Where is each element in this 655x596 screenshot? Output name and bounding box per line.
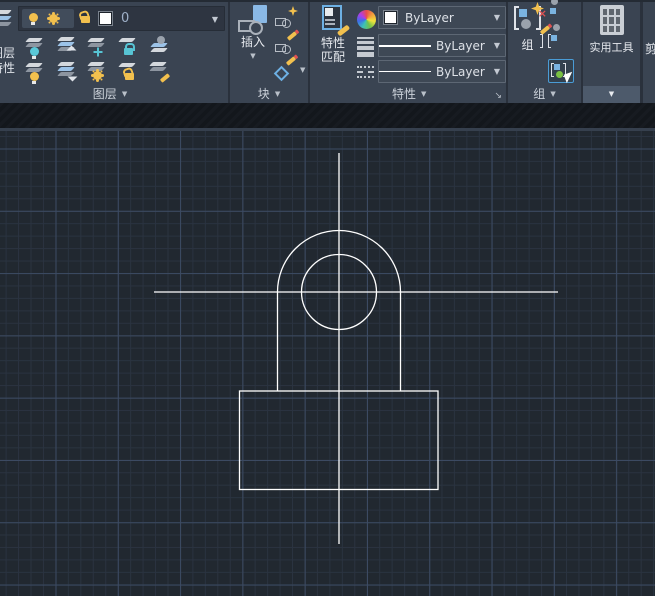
panel-separator [308, 2, 310, 103]
layer-panel-title[interactable]: 图层 ▼ [16, 86, 228, 103]
arrow-sw-icon [67, 46, 77, 56]
group-panel-title[interactable]: 组 ▼ [508, 86, 581, 103]
insert-caret-icon: ▼ [250, 53, 255, 60]
lock-open-icon [125, 73, 134, 80]
canvas-top-edge [0, 128, 655, 131]
match-properties-icon [320, 5, 347, 32]
panel-separator [228, 2, 230, 103]
color-wheel-icon [357, 10, 376, 29]
block-panel: 插入 ▼ ▼ 块 ▼ [230, 2, 308, 103]
clipboard-panel-partial[interactable]: 剪 [643, 2, 655, 103]
layer-freeze-button[interactable] [84, 35, 110, 58]
snowflake-icon [93, 47, 102, 56]
layer-panel: 0 ▼ [16, 2, 228, 103]
layer-unlock-button[interactable] [115, 60, 141, 83]
layer-lock-icon[interactable] [81, 16, 90, 23]
lineweight-sample [379, 45, 431, 47]
group-edit-button[interactable] [548, 33, 572, 55]
cross-icon: × [538, 8, 547, 19]
layer-make-current-button[interactable] [146, 35, 172, 58]
linetype-sample [379, 71, 431, 72]
layer-on-off-icon[interactable] [29, 13, 38, 22]
group-panel: 组 × 组 ▼ [508, 2, 581, 103]
attributes-caret-icon[interactable]: ▼ [300, 67, 305, 74]
layer-panel-caret-icon: ▼ [122, 91, 127, 98]
object-color-combo[interactable]: ByLayer ▼ [378, 6, 506, 29]
layer-properties-button[interactable]: 图层 特性 [0, 2, 16, 103]
layer-properties-icon [0, 8, 16, 34]
properties-dialog-launcher-icon[interactable]: ↘ [494, 91, 502, 101]
properties-panel-caret-icon: ▼ [421, 91, 426, 98]
cursor-icon [564, 72, 576, 84]
panel-separator [506, 2, 508, 103]
panel-separator [581, 2, 583, 103]
match-properties-button[interactable]: 特性 匹配 [312, 5, 354, 83]
utilities-panel-caret-icon: ▼ [609, 91, 614, 98]
linetype-combo-caret-icon: ▼ [494, 67, 500, 76]
layer-color-swatch[interactable] [99, 12, 112, 25]
ribbon: 图层 特性 0 ▼ [0, 0, 655, 103]
group-selection-toggle-button[interactable] [548, 59, 574, 83]
color-wheel-button[interactable] [354, 8, 378, 30]
layer-on-button[interactable] [22, 60, 48, 83]
lineweight-combo[interactable]: ByLayer ▼ [378, 34, 506, 57]
properties-panel: 特性 匹配 ByLayer ▼ ByLayer ▼ ByLayer ▼ 特性 [310, 2, 506, 103]
utilities-button[interactable]: 实用工具 [585, 5, 638, 83]
utilities-panel: 实用工具 ▼ [583, 2, 640, 103]
ribbon-lower-strip [0, 103, 655, 128]
lineweight-combo-caret-icon: ▼ [494, 41, 500, 50]
sun-icon [93, 71, 102, 80]
layer-change-to-current-button[interactable] [146, 60, 172, 83]
lineweight-button[interactable] [354, 33, 378, 55]
utilities-panel-expander[interactable]: ▼ [583, 86, 640, 103]
group-panel-caret-icon: ▼ [550, 91, 555, 98]
star-icon [288, 6, 298, 16]
gray-circle-icon [157, 36, 165, 44]
create-block-button[interactable] [274, 7, 298, 29]
color-swatch [384, 11, 397, 24]
pencil-icon [286, 56, 296, 65]
linetype-combo[interactable]: ByLayer ▼ [378, 60, 506, 83]
layer-thaw-button[interactable] [84, 60, 110, 83]
color-combo-caret-icon: ▼ [494, 13, 500, 22]
brush-icon [160, 73, 170, 82]
calculator-icon [600, 5, 624, 35]
define-attributes-button[interactable] [274, 59, 298, 81]
block-panel-title[interactable]: 块 ▼ [230, 86, 308, 103]
bulb-off-icon [30, 47, 39, 56]
lock-teal-icon [124, 48, 133, 55]
drawing-canvas[interactable] [0, 131, 655, 596]
layer-off-button[interactable] [22, 35, 48, 58]
insert-block-icon [238, 5, 268, 35]
layer-combo[interactable]: 0 ▼ [18, 6, 225, 31]
insert-block-button[interactable]: 插入 ▼ [234, 5, 272, 83]
layer-freeze-icon[interactable] [49, 14, 58, 23]
bulb-on-icon [30, 72, 39, 81]
block-panel-caret-icon: ▼ [275, 91, 280, 98]
linetype-button[interactable] [354, 60, 378, 82]
layer-properties-label: 图层 特性 [0, 46, 15, 76]
layer-combo-caret-icon[interactable]: ▼ [212, 15, 218, 24]
properties-panel-title[interactable]: 特性 ▼ [310, 86, 506, 103]
layer-lock-button[interactable] [115, 35, 141, 58]
layer-combo-value: 0 [121, 11, 129, 26]
layer-isolate-button[interactable] [53, 35, 79, 58]
arrow-ne-icon [68, 72, 78, 82]
layer-match-button[interactable] [53, 60, 79, 83]
pencil-icon [287, 31, 297, 40]
panel-separator [640, 2, 643, 103]
edit-block-button[interactable] [274, 33, 298, 55]
